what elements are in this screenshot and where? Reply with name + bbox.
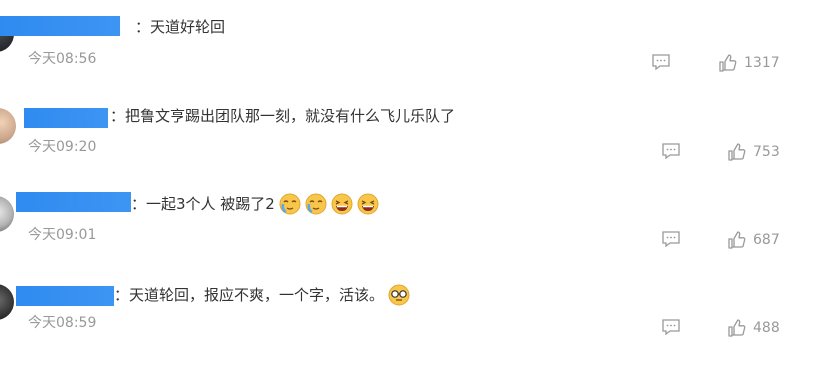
comment-time: 今天09:20 — [28, 139, 97, 155]
username-redacted[interactable] — [0, 16, 120, 36]
comment-text: ：把鲁文亨踢出团队那一刻，就没有什么飞儿乐队了 — [110, 107, 456, 125]
thumbs-up-icon — [719, 54, 737, 72]
like-count: 687 — [753, 232, 780, 248]
avatar[interactable] — [0, 196, 14, 232]
laughing-face-icon — [331, 193, 353, 215]
glasses-face-icon — [388, 284, 410, 306]
reply-icon[interactable] — [651, 53, 671, 71]
comment-item: ：一起3个人 被踢了2 今天09:01 687 — [0, 176, 814, 264]
reply-icon[interactable] — [661, 230, 681, 248]
reply-icon[interactable] — [661, 318, 681, 336]
thumbs-up-icon — [728, 319, 746, 337]
like-count: 753 — [753, 144, 780, 160]
comment-text: ：一起3个人 被踢了2 — [131, 193, 379, 215]
username-redacted[interactable] — [16, 286, 114, 306]
comment-item: ：天道轮回，报应不爽，一个字，活该。 今天08:59 488 — [0, 264, 814, 352]
like-button[interactable]: 488 — [727, 317, 780, 339]
thumbs-up-icon — [728, 231, 746, 249]
username-redacted[interactable] — [24, 108, 108, 128]
laughing-face-icon — [357, 193, 379, 215]
avatar[interactable] — [0, 284, 14, 320]
like-button[interactable]: 1317 — [718, 52, 780, 74]
comment-text: ：天道轮回，报应不爽，一个字，活该。 — [114, 284, 410, 306]
reply-icon[interactable] — [661, 142, 681, 160]
comment-text-content: ：天道轮回，报应不爽，一个字，活该。 — [114, 286, 385, 304]
like-button[interactable]: 753 — [727, 141, 780, 163]
username-redacted[interactable] — [16, 192, 131, 212]
comment-item: ：把鲁文亨踢出团队那一刻，就没有什么飞儿乐队了 今天09:20 753 — [0, 88, 814, 176]
comment-time: 今天08:56 — [28, 51, 97, 67]
avatar[interactable] — [0, 108, 16, 144]
thumbs-up-icon — [728, 143, 746, 161]
like-button[interactable]: 687 — [727, 229, 780, 251]
crying-face-icon — [305, 193, 327, 215]
crying-face-icon — [279, 193, 301, 215]
comment-item: ：天道好轮回 今天08:56 1317 — [0, 0, 814, 88]
comment-text: ：天道好轮回 — [135, 18, 226, 36]
like-count: 1317 — [744, 55, 780, 71]
comment-time: 今天09:01 — [28, 227, 97, 243]
comment-text-content: ：一起3个人 被踢了2 — [131, 195, 275, 213]
comment-time: 今天08:59 — [28, 315, 97, 331]
like-count: 488 — [753, 320, 780, 336]
